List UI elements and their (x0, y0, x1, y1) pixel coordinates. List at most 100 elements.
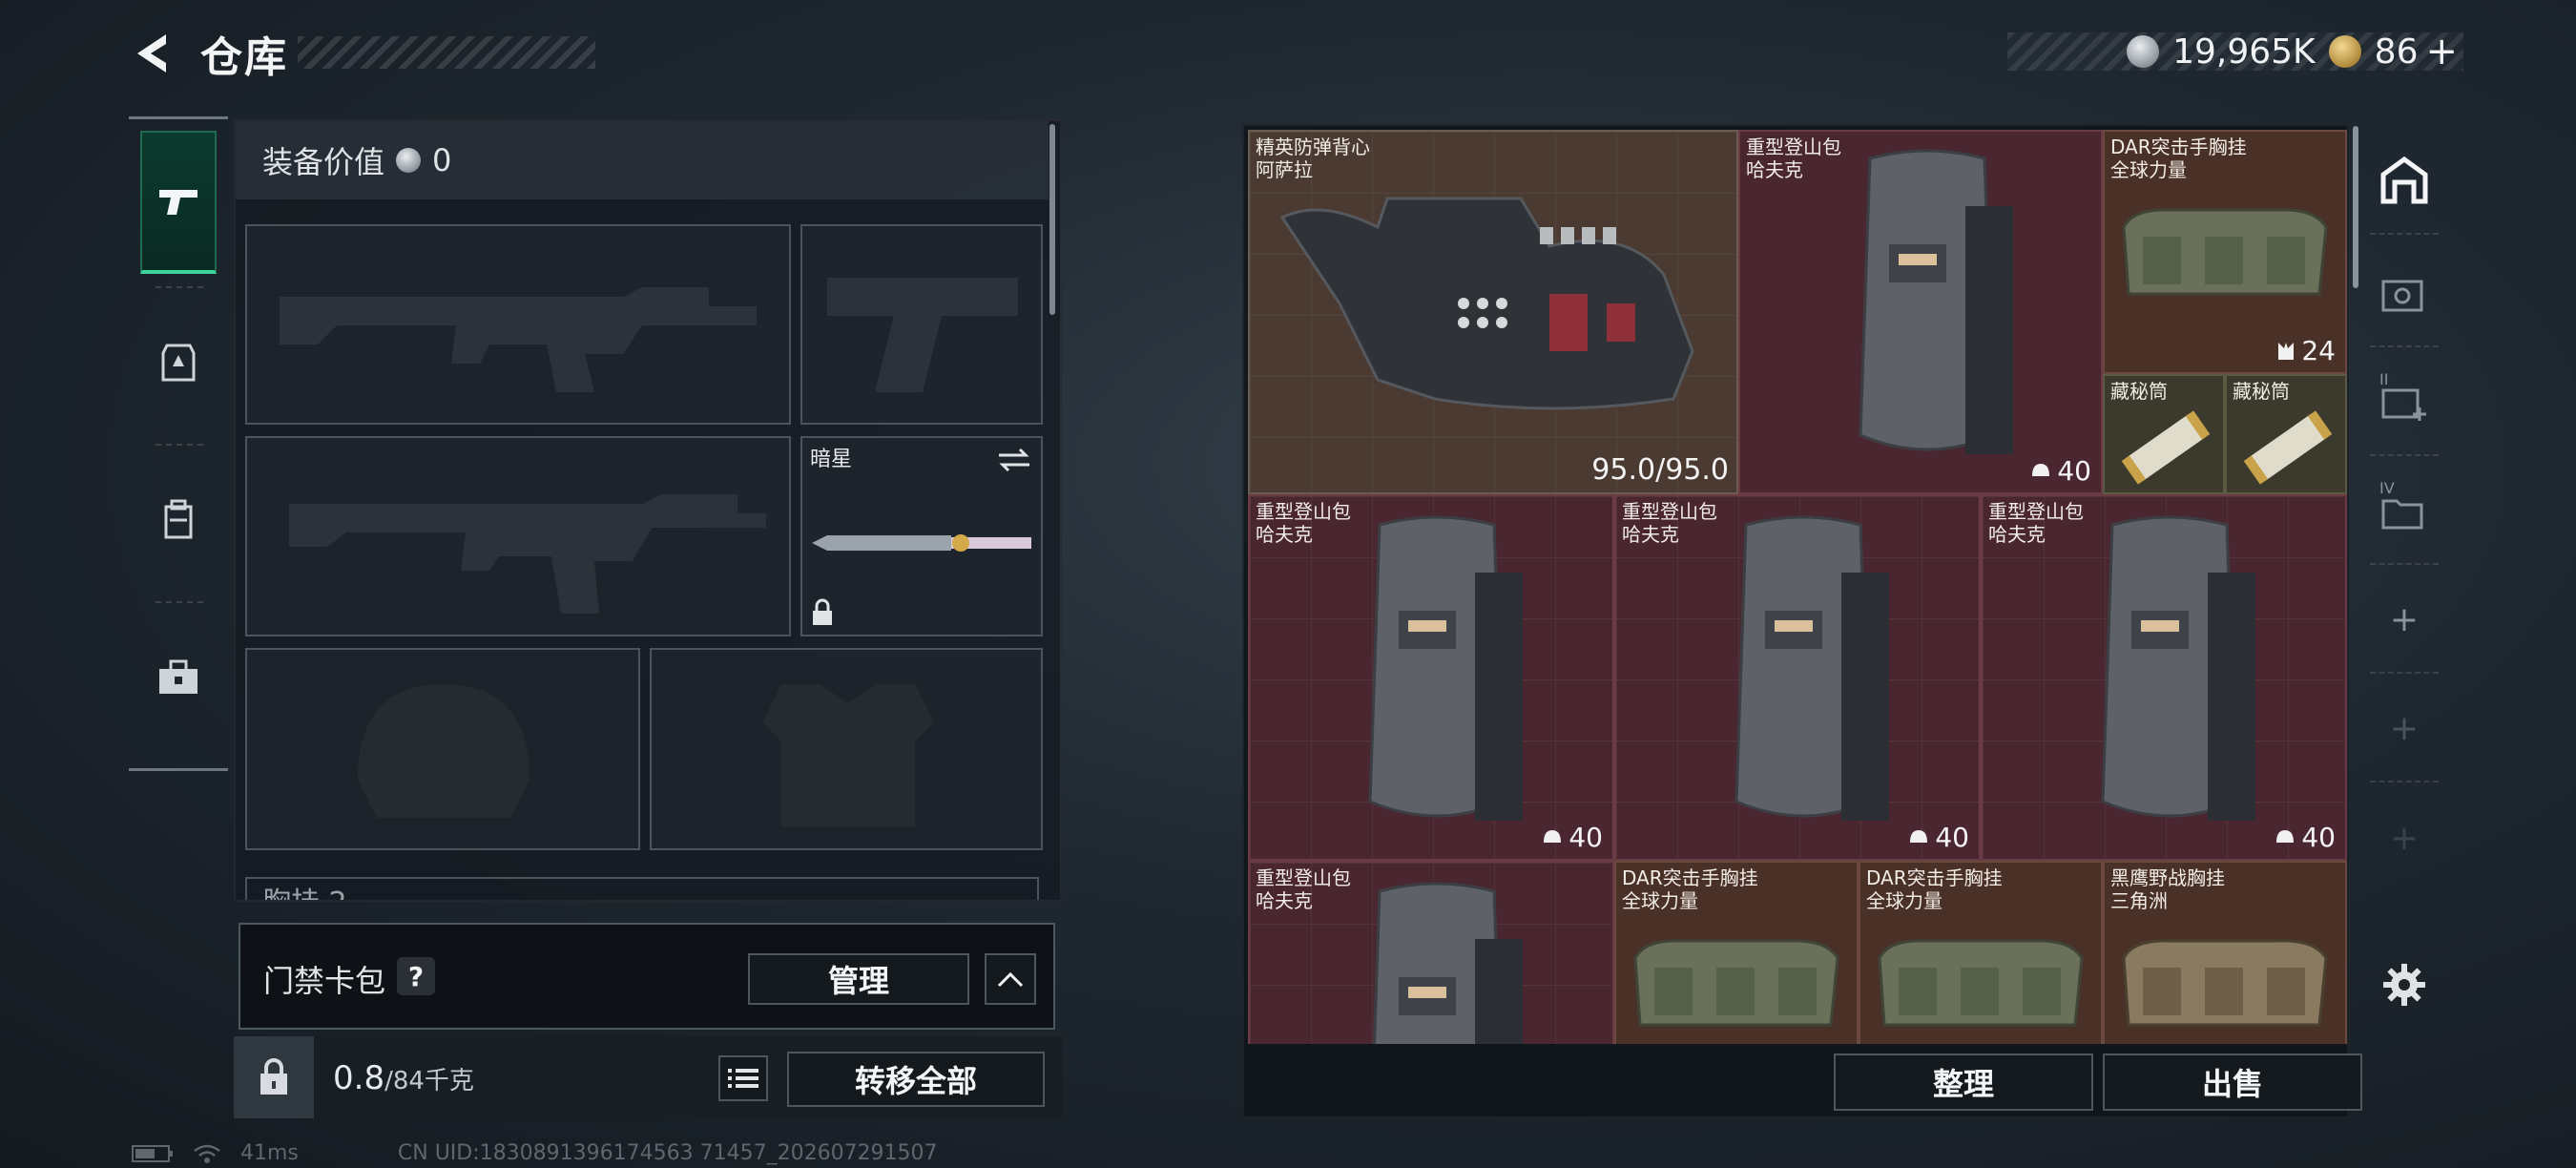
stash-scrollbar[interactable] (2353, 126, 2358, 288)
sell-button[interactable]: 出售 (2103, 1053, 2362, 1111)
stash-item-vest[interactable]: 精英防弹背心 阿萨拉 95.0/95.0 (1248, 130, 1738, 494)
chevron-up-icon (997, 971, 1024, 988)
equipment-value-label: 装备价值 (262, 144, 385, 180)
storage-box-icon (2381, 280, 2423, 312)
item-name: 重型登山包 哈夫克 (1746, 136, 1841, 181)
equipment-value-amount: 0 (432, 142, 452, 178)
add-stash-page-button[interactable]: + (2370, 784, 2439, 891)
rail-divider (156, 601, 203, 603)
access-card-label: 门禁卡包 (263, 963, 386, 999)
capacity-value: 24 (2301, 335, 2336, 366)
item-title: DAR突击手胸挂 (1866, 866, 2003, 889)
tab-toolbox[interactable] (140, 606, 217, 749)
warehouse-icon (2380, 156, 2428, 204)
swap-icon[interactable] (997, 446, 1031, 474)
tab-weapons[interactable] (140, 131, 217, 274)
stash-item-backpack[interactable]: 重型登山包 哈夫克 (1248, 861, 1614, 1044)
stash-item-backpack[interactable]: 重型登山包 哈夫克 40 (1248, 494, 1614, 861)
carry-weight: 0.8/84千克 (333, 1059, 474, 1097)
item-capacity: 24 (2276, 335, 2336, 366)
stash-panel: 精英防弹背心 阿萨拉 95.0/95.0 重型登山包 哈夫克 40 DAR突击手… (1242, 124, 2362, 1118)
status-line: 41ms CN UID:1830891396174563 71457_20260… (132, 1141, 938, 1165)
stash-item-chest-rig[interactable]: DAR突击手胸挂 全球力量 (1859, 861, 2103, 1044)
item-capacity: 40 (2030, 455, 2091, 487)
item-durability: 95.0/95.0 (1591, 453, 1729, 487)
add-currency-button[interactable]: + (2425, 30, 2458, 73)
silver-coin-icon (396, 148, 422, 173)
stash-item-chest-rig[interactable]: DAR突击手胸挂 全球力量 24 (2103, 130, 2347, 374)
helmet-capacity-icon (2032, 463, 2050, 476)
chest-rig-icon (2122, 208, 2328, 296)
player-uid: CN UID:1830891396174563 71457_2026072915… (397, 1141, 938, 1165)
stash-page-4[interactable]: IV (2370, 458, 2439, 565)
help-icon[interactable]: ? (397, 957, 435, 995)
stash-page-rail: II IV + + + (2366, 120, 2442, 1036)
stash-item-secret-tube[interactable]: 藏秘筒 (2225, 374, 2347, 494)
rifle-silhouette-icon (289, 494, 766, 614)
item-name: DAR突击手胸挂 全球力量 (2110, 136, 2247, 181)
cryptex-icon (2121, 410, 2211, 485)
lock-icon (813, 598, 832, 625)
backpack-icon (1368, 515, 1523, 821)
melee-weapon-name: 暗星 (810, 448, 853, 471)
currency-bar: 19,965K 86 + (2007, 30, 2463, 73)
item-capacity: 40 (1542, 822, 1603, 853)
equipment-panel: 装备价值 0 暗星 (234, 119, 1062, 902)
gear-icon (2383, 964, 2425, 1006)
sort-button[interactable]: 整理 (1834, 1053, 2093, 1111)
primary-weapon-slot[interactable] (245, 224, 791, 425)
armor-icon (161, 344, 196, 382)
item-name: 重型登山包 哈夫克 (1256, 866, 1351, 912)
add-stash-page-button[interactable]: + (2370, 567, 2439, 674)
stash-page-3[interactable]: II (2370, 349, 2439, 456)
silver-coin-icon (2127, 35, 2160, 68)
add-stash-page-button[interactable]: + (2370, 676, 2439, 782)
knife-icon (812, 534, 1031, 552)
stash-item-backpack[interactable]: 重型登山包 哈夫克 40 (1981, 494, 2347, 861)
item-title: 重型登山包 (1256, 500, 1351, 523)
back-button[interactable] (126, 27, 176, 80)
stash-page-2[interactable] (2370, 240, 2439, 347)
manage-button[interactable]: 管理 (748, 953, 969, 1005)
rifle-silhouette-icon (280, 287, 757, 392)
backpack-icon (1372, 882, 1523, 1044)
capacity-value: 40 (2301, 822, 2336, 853)
carry-weight-bar: 0.8/84千克 转移全部 (234, 1036, 1062, 1118)
expand-button[interactable] (985, 953, 1036, 1005)
wifi-icon (194, 1144, 220, 1163)
stash-item-chest-rig[interactable]: 黑鹰野战胸挂 三角洲 (2103, 861, 2347, 1044)
equipment-scrollbar[interactable] (1049, 124, 1055, 315)
item-brand: 阿萨拉 (1256, 158, 1313, 181)
capacity-value: 40 (2057, 455, 2091, 487)
list-icon (728, 1069, 758, 1088)
item-title: 重型登山包 (1622, 500, 1717, 523)
melee-weapon-slot[interactable]: 暗星 (800, 436, 1043, 636)
secondary-weapon-slot[interactable] (800, 224, 1043, 425)
settings-button[interactable] (2370, 931, 2439, 1038)
access-card-bar: 门禁卡包 ? 管理 (239, 923, 1055, 1030)
rail-divider (156, 286, 203, 288)
tab-armor[interactable] (140, 291, 217, 434)
page-title: 仓库 (200, 33, 288, 82)
weight-lock-toggle[interactable] (234, 1036, 314, 1118)
stash-page-main[interactable] (2370, 128, 2439, 235)
item-name: 藏秘筒 (2110, 380, 2168, 403)
tab-backpack[interactable] (140, 448, 217, 592)
chest-rig-label: 胸挂 (262, 886, 320, 900)
stash-item-chest-rig[interactable]: DAR突击手胸挂 全球力量 (1614, 861, 1859, 1044)
stash-item-backpack[interactable]: 重型登山包 哈夫克 40 (1614, 494, 1981, 861)
item-name: 重型登山包 哈夫克 (1988, 500, 2084, 546)
helmet-capacity-icon (2276, 829, 2295, 843)
stash-item-backpack[interactable]: 重型登山包 哈夫克 40 (1738, 130, 2103, 494)
tertiary-weapon-slot[interactable] (245, 436, 791, 636)
battery-icon (132, 1144, 173, 1162)
weight-max: /84千克 (384, 1067, 474, 1095)
rail-divider (156, 444, 203, 446)
helmet-slot[interactable] (245, 648, 640, 850)
chest-rig-icon (1878, 939, 2084, 1027)
body-armor-slot[interactable] (650, 648, 1043, 850)
list-view-button[interactable] (718, 1055, 768, 1101)
transfer-all-button[interactable]: 转移全部 (787, 1052, 1045, 1107)
pistol-silhouette-icon (827, 278, 1018, 392)
stash-item-secret-tube[interactable]: 藏秘筒 (2103, 374, 2225, 494)
